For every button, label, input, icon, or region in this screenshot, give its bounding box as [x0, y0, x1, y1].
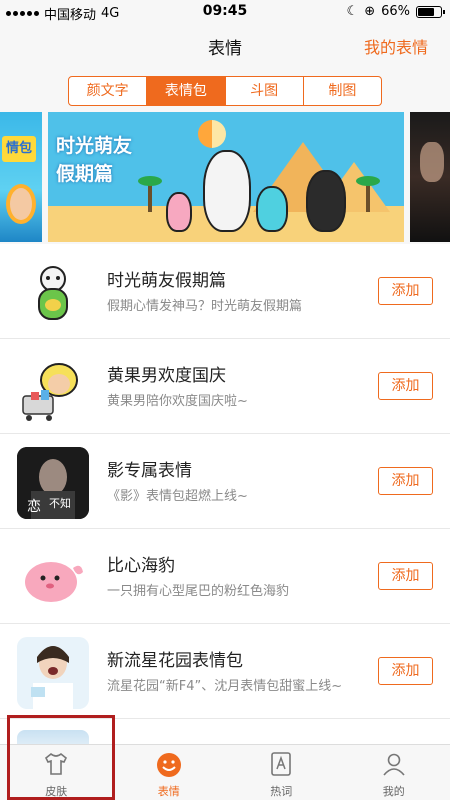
banner-left-image: [6, 184, 36, 224]
list-item[interactable]: 比心海豹 一只拥有心型尾巴的粉红色海豹 添加: [0, 529, 450, 624]
tabbar-item-emoji[interactable]: 表情: [113, 745, 226, 800]
pack-thumbnail: [17, 637, 89, 709]
moon-icon: ☾: [346, 4, 359, 19]
list-item[interactable]: 恋 不知 影专属表情 《影》表情包超燃上线~ 添加: [0, 434, 450, 529]
person-icon: [381, 751, 407, 781]
tabbar-label: 我的: [382, 785, 405, 798]
palm-tree-icon: [356, 176, 380, 212]
pack-name: 时光萌友假期篇: [107, 271, 226, 291]
tab-sticker-packs[interactable]: 表情包: [147, 77, 226, 105]
tabbar-item-mine[interactable]: 我的: [338, 745, 450, 800]
tab-make-image[interactable]: 制图: [304, 77, 381, 105]
banner-main-slide[interactable]: 时光萌友 假期篇: [48, 112, 404, 242]
sticker-pack-list: 时光萌友假期篇 假期心情发神马？时光萌友假期篇 添加 黄果男欢度国庆 黄果男陪你…: [0, 244, 450, 719]
add-button[interactable]: 添加: [378, 467, 433, 495]
banner-prev-slide[interactable]: 情包: [0, 112, 42, 242]
character-black: [306, 170, 346, 232]
pack-description: 流星花园“新F4”、沈月表情包甜蜜上线~: [107, 679, 343, 694]
pack-thumbnail: 恋 不知: [17, 447, 89, 519]
pack-name: 新流星花园表情包: [107, 651, 243, 671]
tab-kaomoji[interactable]: 颜文字: [69, 77, 148, 105]
pack-description: 一只拥有心型尾巴的粉红色海豹: [107, 584, 290, 599]
category-tabs-bar: 颜文字 表情包 斗图 制图: [0, 68, 450, 112]
pack-thumbnail: [17, 352, 89, 424]
list-item[interactable]: 时光萌友假期篇 假期心情发神马？时光萌友假期篇 添加: [0, 244, 450, 339]
tab-meme-battle[interactable]: 斗图: [226, 77, 304, 105]
character-white-bear: [203, 150, 251, 232]
pack-name: 比心海豹: [107, 556, 175, 576]
battery-percent: 66%: [381, 4, 410, 19]
nav-bar: 表情 我的表情: [0, 24, 450, 68]
palm-tree-icon: [138, 176, 162, 212]
banner-left-tag: 情包: [2, 136, 36, 162]
character-pink: [166, 192, 192, 232]
list-item[interactable]: 新流星花园表情包 流星花园“新F4”、沈月表情包甜蜜上线~ 添加: [0, 624, 450, 719]
pack-name: 影专属表情: [107, 461, 192, 481]
banner-carousel[interactable]: 情包 时光萌友 假期篇: [0, 112, 450, 244]
tabbar-label: 热词: [270, 785, 293, 798]
smile-icon: [155, 751, 183, 783]
highlight-frame: [7, 715, 115, 800]
banner-next-slide[interactable]: [410, 112, 450, 242]
list-item[interactable]: 黄果男欢度国庆 黄果男陪你欢度国庆啦~ 添加: [0, 339, 450, 434]
add-button[interactable]: 添加: [378, 657, 433, 685]
add-button[interactable]: 添加: [378, 277, 433, 305]
pack-description: 《影》表情包超燃上线~: [107, 489, 248, 504]
add-button[interactable]: 添加: [378, 372, 433, 400]
pack-name: 黄果男欢度国庆: [107, 366, 226, 386]
lock-rotation-icon: ⊕: [364, 4, 376, 19]
thumb-caption: 恋: [27, 498, 41, 515]
tabbar-item-hotwords[interactable]: 热词: [225, 745, 338, 800]
hotword-icon: [269, 751, 293, 781]
character-blue: [256, 186, 288, 232]
status-right: ☾ ⊕ 66%: [346, 4, 445, 19]
pack-thumbnail: [17, 542, 89, 614]
pack-description: 假期心情发神马？时光萌友假期篇: [107, 299, 303, 314]
segmented-control: 颜文字 表情包 斗图 制图: [68, 76, 382, 106]
battery-icon: [416, 5, 445, 18]
add-button[interactable]: 添加: [378, 562, 433, 590]
pack-thumbnail: [17, 257, 89, 329]
thumb-caption: 不知: [49, 496, 71, 510]
sun-icon: [198, 120, 226, 148]
tabbar-label: 表情: [157, 785, 180, 798]
my-stickers-link[interactable]: 我的表情: [364, 34, 428, 58]
status-bar: 中国移动 4G 09:45 ☾ ⊕ 66%: [0, 0, 450, 24]
pack-description: 黄果男陪你欢度国庆啦~: [107, 394, 248, 409]
